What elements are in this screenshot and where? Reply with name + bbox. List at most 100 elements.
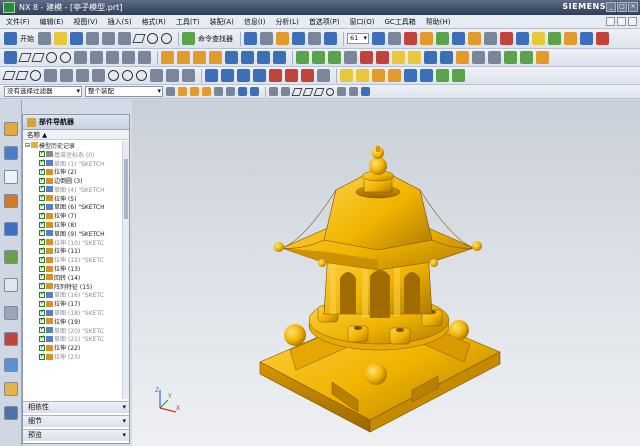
face-rule-icon[interactable] (281, 87, 290, 96)
extrude-tool-icon[interactable] (161, 51, 174, 64)
visibility-checkbox[interactable] (39, 299, 45, 307)
polygon-curve-icon[interactable] (166, 69, 179, 82)
mirror-feature-icon[interactable] (376, 51, 389, 64)
select-all-icon[interactable] (166, 87, 175, 96)
comb-icon[interactable] (452, 69, 465, 82)
process-studio-icon[interactable] (4, 306, 18, 320)
snap-intersection-icon[interactable] (214, 87, 223, 96)
menu-item[interactable]: GC工具箱 (384, 17, 415, 27)
snap-endpoint-icon[interactable] (178, 87, 187, 96)
panel-preview[interactable]: 预览 (23, 429, 129, 441)
hole-icon[interactable] (468, 32, 481, 45)
start-icon[interactable] (4, 32, 17, 45)
cut-icon[interactable] (86, 32, 99, 45)
extract-curve-icon[interactable] (285, 69, 298, 82)
visibility-checkbox[interactable] (39, 237, 45, 246)
tree-item[interactable]: 拉伸 (2) (23, 167, 123, 176)
visibility-checkbox[interactable] (39, 149, 45, 158)
datum-plane-icon[interactable] (296, 51, 309, 64)
tree-item[interactable]: 拉伸 (12) "SKETC (23, 255, 123, 264)
line-tool-icon[interactable] (31, 53, 45, 62)
menu-item[interactable]: 编辑(E) (40, 17, 64, 27)
thicken-icon[interactable] (536, 51, 549, 64)
tree-item[interactable]: 拉伸 (19) (23, 316, 123, 326)
offset-face-icon[interactable] (424, 51, 437, 64)
snap-point-icon[interactable] (226, 87, 235, 96)
visibility-checkbox[interactable] (39, 316, 45, 325)
scale-curve-icon[interactable] (404, 69, 417, 82)
zoom-combo[interactable]: 61 (347, 33, 369, 44)
tree-item[interactable]: 草图 (9) "SKETCH (23, 228, 123, 238)
snap-existing-icon[interactable] (250, 87, 259, 96)
snap-quadrant-icon[interactable] (238, 87, 247, 96)
mirror-icon[interactable] (596, 32, 609, 45)
polygon-icon[interactable] (106, 51, 119, 64)
reuse-library-icon[interactable] (4, 194, 18, 208)
polyline-icon[interactable] (15, 71, 29, 80)
basic-curve-icon[interactable] (2, 71, 16, 80)
snap-midpoint-icon[interactable] (190, 87, 199, 96)
minimize-icon[interactable]: _ (606, 2, 616, 12)
curve-fillet-icon[interactable] (44, 69, 57, 82)
extrude-icon[interactable] (436, 32, 449, 45)
analysis-curve-icon[interactable] (436, 69, 449, 82)
rectangle-icon[interactable] (90, 51, 103, 64)
arc-icon[interactable] (161, 33, 172, 44)
fillet-tool-icon[interactable] (74, 51, 87, 64)
datum-axis-icon[interactable] (312, 51, 325, 64)
sketch-tool-icon[interactable] (4, 51, 17, 64)
plus-snap-icon[interactable] (337, 87, 346, 96)
sew-icon[interactable] (520, 51, 533, 64)
maximize-icon[interactable]: □ (617, 2, 627, 12)
command-finder-icon[interactable] (182, 32, 195, 45)
trim-curve-icon[interactable] (221, 69, 234, 82)
pattern-icon[interactable] (360, 51, 373, 64)
menu-item[interactable]: 帮助(H) (426, 17, 451, 27)
roles-list-icon[interactable] (4, 358, 18, 372)
fit-view-icon[interactable] (244, 32, 257, 45)
revolve-icon[interactable] (452, 32, 465, 45)
mirror-curve-icon[interactable] (388, 69, 401, 82)
column-header-name[interactable]: 名称 ▲ (23, 130, 129, 140)
tree-item[interactable]: 草图 (18) "SKETC (23, 308, 123, 317)
edit-curve-icon[interactable] (205, 69, 218, 82)
sweep-icon[interactable] (193, 51, 206, 64)
circle-tool-icon[interactable] (60, 52, 71, 63)
visibility-checkbox[interactable] (39, 220, 45, 228)
tree-item[interactable]: 阵列特征 (15) (23, 281, 123, 291)
tree-item[interactable]: 草图 (16) "SKETC (23, 290, 123, 299)
tree-item[interactable]: 草图 (20) "SKETC (23, 325, 123, 335)
visibility-checkbox[interactable] (39, 308, 45, 316)
shell-icon[interactable] (580, 32, 593, 45)
trim-body-icon[interactable] (392, 51, 405, 64)
datum-csys-icon[interactable] (328, 51, 341, 64)
arc-circle-icon[interactable] (30, 70, 41, 81)
perpendicular-snap-icon[interactable] (313, 87, 325, 96)
tree-item[interactable]: 回转 (14) (23, 272, 123, 282)
curve-rule-icon[interactable] (269, 87, 278, 96)
edge-blend-icon[interactable] (548, 32, 561, 45)
navigator-scrollbar[interactable] (122, 141, 129, 399)
ellipse-icon[interactable] (122, 51, 135, 64)
tree-item[interactable]: 拉伸 (11) (23, 246, 123, 255)
arc-center-snap-icon[interactable] (326, 87, 334, 96)
part-navigator-icon[interactable] (4, 170, 18, 184)
spline-icon[interactable] (138, 51, 151, 64)
tree-item[interactable]: 拉伸 (8) (23, 220, 123, 229)
text-curve-icon[interactable] (182, 69, 195, 82)
wrap-curve-icon[interactable] (372, 69, 385, 82)
visibility-checkbox[interactable] (39, 255, 45, 263)
collapse-icon[interactable]: ⊟ (25, 142, 30, 149)
surface-icon[interactable] (504, 51, 517, 64)
boss-icon[interactable] (484, 32, 497, 45)
menu-item[interactable]: 信息(I) (244, 17, 266, 27)
tree-item[interactable]: 拉伸 (22) (23, 343, 123, 352)
tangent-snap-icon[interactable] (302, 87, 314, 96)
ellipse-curve-icon[interactable] (122, 70, 133, 81)
history-icon[interactable] (4, 250, 18, 264)
tree-item[interactable]: 基准坐标系 (0) (23, 149, 123, 159)
scrollbar-thumb[interactable] (124, 159, 128, 219)
annotation-icon[interactable] (317, 69, 330, 82)
wcs-icon[interactable] (324, 32, 337, 45)
section-view-icon[interactable] (488, 51, 501, 64)
